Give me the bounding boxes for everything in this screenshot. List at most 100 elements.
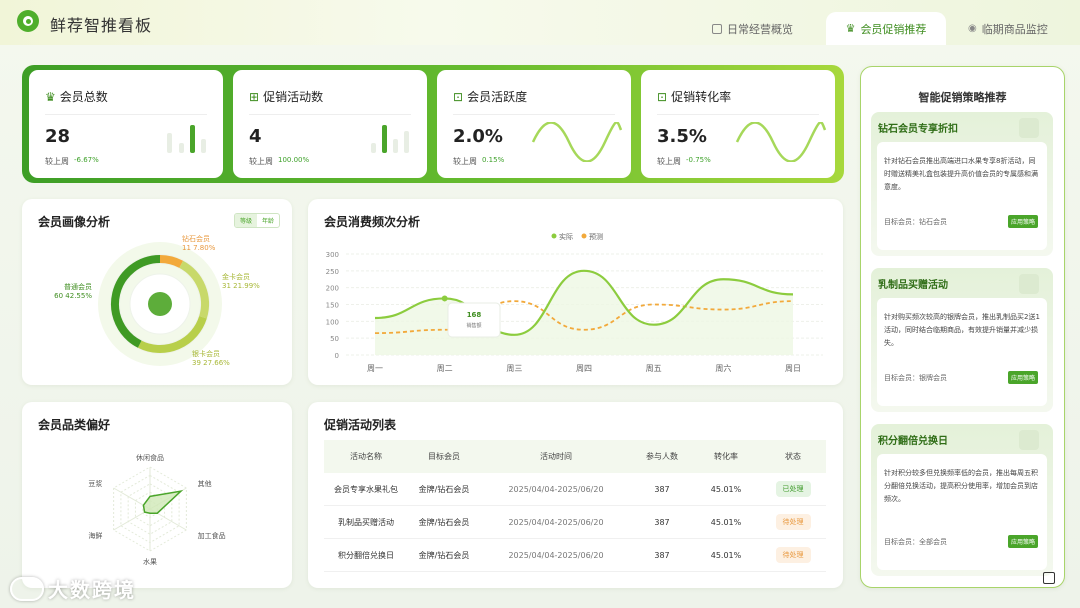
category-panel: 会员品类偏好 休闲食品 其他 加工食品 水果 海鲜 豆浆	[22, 402, 292, 588]
cell-name: 积分翻倍兑换日	[338, 550, 394, 560]
donut-value: 31 21.99%	[222, 282, 260, 290]
mini-bar	[371, 143, 376, 153]
kpi-card-promotions: ⊞ 促销活动数 4 较上周 100.00%	[233, 70, 427, 178]
watermark-text: 大数跨境	[48, 578, 136, 602]
top-header: 鲜荐智推看板 日常经营概览 ♛ 会员促销推荐 ◉ 临期商品监控	[0, 0, 1080, 45]
col-header: 转化率	[714, 452, 738, 461]
donut-label: 银卡会员	[192, 349, 220, 358]
strategy-card-body: 针对钻石会员推出高端进口水果专享8折活动，同时赠送精美礼盒包装提升高价值会员的专…	[877, 142, 1047, 250]
cell-rate: 45.01%	[710, 484, 742, 494]
kpi-title: ♛ 会员总数	[45, 88, 108, 105]
kpi-strip: ♛ 会员总数 28 较上周 -6.67% ⊞ 促销活动数 4 较上周 100.00%…	[22, 65, 844, 183]
tooltip-value: 168	[467, 311, 482, 319]
legend-label: 实际	[559, 232, 573, 241]
mini-bar	[167, 133, 172, 153]
apply-strategy-button[interactable]: 应用策略	[1007, 215, 1038, 228]
col-header: 参与人数	[646, 452, 678, 461]
col-header: 目标会员	[428, 452, 460, 461]
radar-chart: 休闲食品其他加工食品水果 海鲜 豆浆	[88, 453, 226, 566]
promo-table-panel: 促销活动列表 活动名称 目标会员 活动时间 参与人数 转化率 状态 会员专享水果…	[308, 402, 843, 588]
kpi-title: ⊡ 促销转化率	[657, 88, 731, 105]
x-tick-label: 周一	[367, 364, 383, 373]
legend-label: 预测	[589, 232, 603, 241]
legend-swatch	[551, 233, 557, 239]
donut-label: 金卡会员	[222, 272, 250, 281]
tab-label: 临期商品监控	[981, 22, 1048, 36]
cell-target: 金牌/钻石会员	[418, 517, 470, 527]
cell-count: 387	[654, 484, 670, 494]
radar-area	[142, 489, 184, 514]
watermark-logo-icon	[10, 576, 44, 601]
tab-expiring-goods[interactable]: ◉ 临期商品监控	[968, 12, 1068, 45]
tooltip-label: 销售额	[466, 322, 481, 329]
tab-member-promotion[interactable]: ♛ 会员促销推荐	[826, 12, 946, 45]
data-point	[441, 295, 448, 302]
col-header: 活动时间	[540, 452, 572, 461]
strategy-card-title: 钻石会员专享折扣	[878, 124, 958, 135]
apply-strategy-button[interactable]: 应用策略	[1007, 371, 1038, 384]
apply-strategy-button[interactable]: 应用策略	[1007, 535, 1038, 548]
cell-time: 2025/04/04-2025/06/20	[508, 550, 604, 560]
strategy-card-body: 针对积分较多但兑换频率低的会员，推出每周五积分翻倍兑换活动，提高积分使用率，增加…	[877, 454, 1047, 570]
divider	[249, 114, 411, 115]
y-tick-label: 300	[326, 251, 339, 259]
sparkline	[531, 122, 623, 162]
x-tick-label: 周六	[715, 363, 731, 373]
tab-label: 日常经营概览	[727, 22, 793, 36]
mini-bar	[382, 125, 387, 153]
x-tick-label: 周四	[576, 364, 592, 373]
kpi-title: ⊡ 会员活跃度	[453, 88, 527, 105]
status-badge: 待处理	[775, 547, 811, 563]
kpi-compare-label: 较上周	[249, 157, 273, 166]
panel-title: 促销活动列表	[324, 418, 397, 432]
radar-axis-label: 休闲食品	[136, 453, 164, 462]
donut-label: 普通会员	[64, 282, 92, 291]
table-row[interactable]: 积分翻倍兑换日 金牌/钻石会员 2025/04/04-2025/06/20 38…	[324, 539, 826, 572]
table-row[interactable]: 会员专享水果礼包 金牌/钻石会员 2025/04/04-2025/06/20 3…	[324, 473, 826, 506]
cell-time: 2025/04/04-2025/06/20	[508, 484, 604, 494]
divider	[45, 114, 207, 115]
strategy-target: 目标会员：钻石会员	[884, 218, 947, 226]
line-chart: 0 50 100 150 200 250 300 周一 周二 周三 周四 周五 周六 周日 实际 预测 168 销…	[326, 232, 823, 373]
watermark: 大数跨境	[10, 574, 136, 603]
app-title: 鲜荐智推看板	[50, 16, 153, 35]
y-tick-label: 250	[326, 268, 339, 276]
x-tick-label: 周五	[646, 364, 662, 373]
kpi-value: 3.5%	[657, 126, 707, 147]
frequency-panel: 会员消费频次分析 0 50 100 150 200 250 300 周一 周二 周三 周四 周五 周六周…	[308, 199, 843, 385]
diamond-icon	[1019, 118, 1039, 138]
cell-target: 金牌/钻石会员	[418, 550, 470, 560]
cell-target: 金牌/钻石会员	[418, 484, 470, 494]
radar-axis-label: 其他	[198, 479, 212, 488]
cell-rate: 45.01%	[710, 550, 742, 560]
kpi-value: 2.0%	[453, 126, 503, 147]
y-tick-label: 0	[335, 352, 339, 360]
status-badge: 已处理	[775, 481, 811, 497]
area-fill	[375, 270, 793, 355]
kpi-compare-label: 较上周	[657, 157, 681, 166]
kpi-card-activity: ⊡ 会员活跃度 2.0% 较上周 0.15%	[437, 70, 631, 178]
donut-chart: 钻石会员11 7.80% 金卡会员31 21.99% 银卡会员39 27.66% 普通…	[54, 234, 260, 367]
fullscreen-icon[interactable]	[1043, 572, 1055, 584]
sparkline	[735, 122, 827, 162]
col-header: 状态	[785, 452, 801, 461]
kpi-card-conversion: ⊡ 促销转化率 3.5% 较上周 -0.75%	[641, 70, 835, 178]
status-badge: 待处理	[775, 514, 811, 530]
activity-icon: ⊡	[453, 90, 464, 104]
radar-axis-label: 水果	[143, 557, 157, 566]
table-row[interactable]: 乳制品买赠活动 金牌/钻石会员 2025/04/04-2025/06/20 38…	[324, 506, 826, 539]
tab-daily-overview[interactable]: 日常经营概览	[712, 12, 812, 45]
strategy-panel: 智能促销策略推荐 钻石会员专享折扣 针对钻石会员推出高端进口水果专享8折活动，同…	[860, 66, 1065, 588]
radar-axis-label: 加工食品	[198, 531, 226, 540]
strategy-card-title: 乳制品买赠活动	[878, 280, 948, 291]
promo-table: 活动名称 目标会员 活动时间 参与人数 转化率 状态 会员专享水果礼包 金牌/钻…	[324, 440, 826, 572]
monitor-icon	[712, 23, 722, 34]
donut-label: 钻石会员	[182, 234, 210, 243]
mini-bar	[190, 125, 195, 153]
kpi-value: 4	[249, 126, 262, 147]
mini-bar	[393, 139, 398, 153]
strategy-card: 钻石会员专享折扣 针对钻石会员推出高端进口水果专享8折活动，同时赠送精美礼盒包装…	[871, 112, 1053, 256]
kpi-change: 0.15%	[482, 156, 505, 164]
strategy-desc: 针对钻石会员推出高端进口水果专享8折活动，同时赠送精美礼盒包装提升高价值会员的专…	[884, 157, 1038, 191]
kpi-value: 28	[45, 126, 71, 147]
